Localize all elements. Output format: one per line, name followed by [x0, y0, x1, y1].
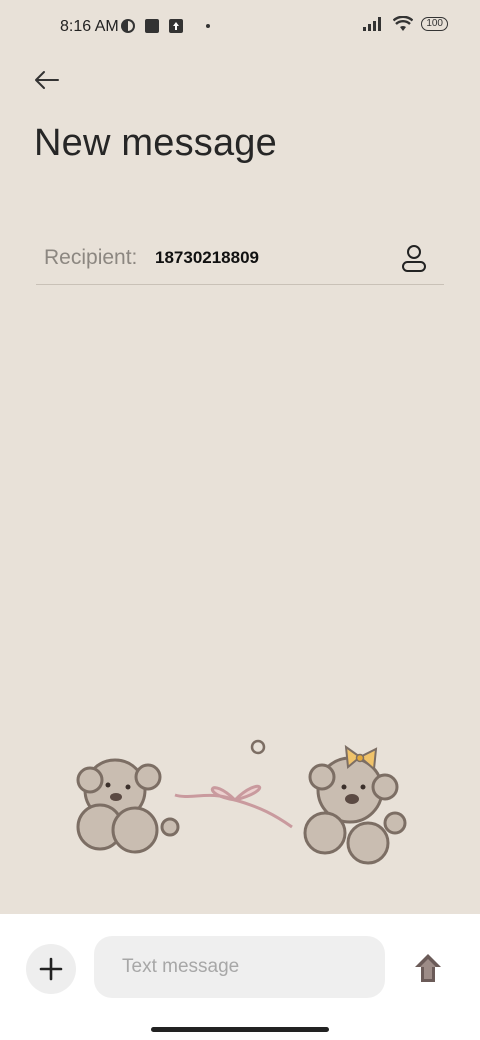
notification-icons — [120, 18, 210, 34]
status-time: 8:16 AM — [60, 18, 119, 35]
compose-bar — [0, 914, 480, 1040]
more-notifications-dot — [206, 24, 210, 28]
text-message-input[interactable] — [94, 936, 385, 998]
wifi-icon — [393, 16, 414, 31]
signal-icon — [363, 17, 382, 31]
back-arrow-icon[interactable] — [30, 64, 64, 98]
wallpaper-illustration — [76, 739, 407, 865]
status-bar: 8:16 AM 100 — [0, 0, 480, 56]
home-indicator[interactable] — [151, 1027, 329, 1032]
battery-indicator: 100 — [421, 17, 448, 31]
plus-icon — [39, 957, 63, 981]
recipient-label: Recipient: — [44, 246, 138, 269]
page-title: New message — [34, 122, 277, 164]
recipient-field[interactable]: Recipient: 18730218809 — [36, 232, 444, 285]
app-notification-icon — [121, 19, 135, 33]
recipient-value[interactable]: 18730218809 — [155, 248, 259, 268]
send-arrow-icon[interactable] — [410, 950, 446, 986]
contact-icon[interactable] — [398, 242, 430, 274]
add-attachment-button[interactable] — [26, 944, 76, 994]
system-icons: 100 — [363, 16, 448, 32]
upload-notification-icon — [169, 19, 183, 33]
square-notification-icon — [145, 19, 159, 33]
